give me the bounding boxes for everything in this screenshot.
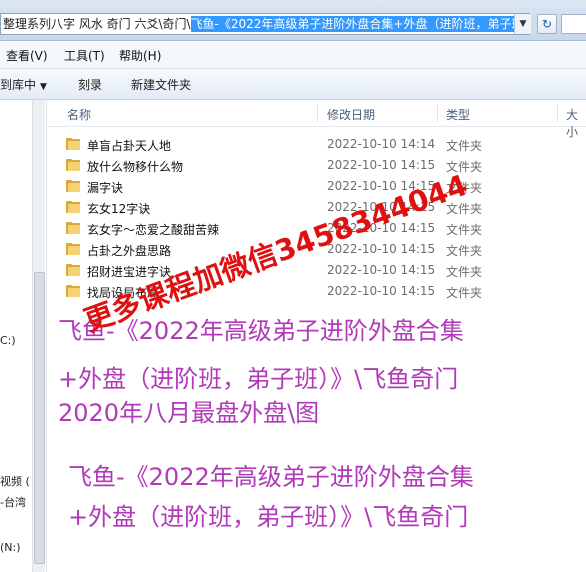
file-name: 单盲占卦天人地: [87, 139, 172, 153]
address-path-text: 整理系列八字 风水 奇门 六爻\奇门\: [3, 17, 191, 31]
caption-line: +外盘（进阶班，弟子班）》\飞鱼奇门: [68, 503, 469, 531]
folder-icon: [66, 138, 80, 150]
burn-button[interactable]: 刻录: [78, 76, 102, 93]
new-folder-button[interactable]: 新建文件夹: [131, 76, 191, 93]
chevron-down-icon[interactable]: ▼: [514, 14, 531, 34]
address-bar: 整理系列八字 风水 奇门 六爻\奇门\飞鱼-《2022年高级弟子进阶外盘合集+外…: [0, 0, 586, 41]
include-in-library-button[interactable]: 到库中 ▼: [0, 76, 47, 93]
search-input[interactable]: [561, 14, 586, 34]
menu-bar: 查看(V) 工具(T) 帮助(H): [0, 41, 586, 69]
file-name: 漏字诀: [87, 181, 124, 195]
menu-view[interactable]: 查看(V): [6, 47, 48, 64]
nav-item-taiwan[interactable]: -台湾: [0, 494, 26, 510]
menu-help[interactable]: 帮助(H): [119, 47, 161, 64]
file-date: 2022-10-10 14:15: [327, 263, 436, 277]
column-divider[interactable]: [317, 104, 318, 122]
file-date: 2022-10-10 14:15: [327, 158, 436, 172]
column-header-bar: 名称 修改日期 类型 大小: [47, 100, 586, 139]
file-name: 放什么物移什么物: [87, 160, 184, 174]
refresh-button[interactable]: ↻: [537, 14, 557, 34]
command-bar: 到库中 ▼ 刻录 新建文件夹: [0, 69, 586, 100]
file-date: 2022-10-10 14:15: [327, 284, 436, 298]
address-selected-text: 飞鱼-《2022年高级弟子进阶外盘合集+外盘（进阶班，弟子班: [190, 16, 524, 32]
nav-item-drive-n[interactable]: (N:): [0, 541, 21, 554]
folder-icon: [66, 201, 80, 213]
caption-line: 飞鱼-《2022年高级弟子进阶外盘合集: [68, 463, 474, 491]
file-date: 2022-10-10 14:14: [327, 137, 436, 151]
caption-line: +外盘（进阶班，弟子班）》\飞鱼奇门: [58, 365, 459, 393]
nav-scrollbar[interactable]: [32, 100, 45, 572]
folder-icon: [66, 285, 80, 297]
file-name: 玄女12字诀: [87, 202, 151, 216]
file-type: 文件夹: [446, 244, 483, 258]
file-name: 玄女字～恋爱之酸甜苦辣: [87, 223, 220, 237]
column-header-date[interactable]: 修改日期: [327, 106, 375, 123]
nav-scrollbar-thumb[interactable]: [34, 272, 45, 564]
folder-icon: [66, 264, 80, 276]
column-header-name[interactable]: 名称: [67, 106, 91, 123]
file-type: 文件夹: [446, 265, 483, 279]
file-type: 文件夹: [446, 223, 483, 237]
column-header-type[interactable]: 类型: [446, 106, 470, 123]
folder-icon: [66, 159, 80, 171]
folder-icon: [66, 180, 80, 192]
include-in-library-label: 到库中: [0, 78, 37, 92]
file-name: 占卦之外盘思路: [87, 244, 172, 258]
navigation-pane: C:) 视频 ( -台湾 (N:): [0, 100, 47, 572]
folder-icon: [66, 243, 80, 255]
column-divider[interactable]: [557, 104, 558, 122]
menu-tools[interactable]: 工具(T): [64, 47, 105, 64]
address-field[interactable]: 整理系列八字 风水 奇门 六爻\奇门\飞鱼-《2022年高级弟子进阶外盘合集+外…: [0, 13, 530, 35]
caption-line: 2020年八月最盘外盘\图: [58, 399, 320, 427]
folder-icon: [66, 222, 80, 234]
file-type: 文件夹: [446, 139, 483, 153]
caret-down-icon: ▼: [40, 82, 47, 92]
nav-item-video[interactable]: 视频 (: [0, 473, 30, 489]
file-type: 文件夹: [446, 286, 483, 300]
nav-item-drive-c[interactable]: C:): [0, 334, 16, 347]
column-divider[interactable]: [437, 104, 438, 122]
refresh-icon: ↻: [541, 17, 553, 31]
